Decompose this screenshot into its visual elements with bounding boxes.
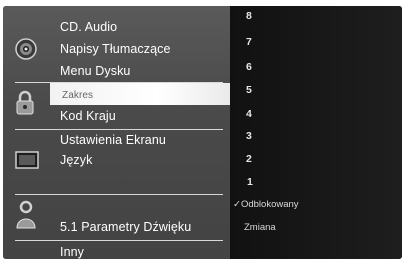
menu-category-panel: CD. Audio Napisy Tłumaczące Menu Dysku Z… (3, 6, 230, 259)
disc-icon (15, 38, 37, 65)
menu-item-label: Napisy Tłumaczące (60, 42, 171, 56)
rating-level-option[interactable]: 5 (246, 84, 252, 96)
menu-item-language[interactable]: Język (60, 153, 92, 167)
menu-item-screen-settings[interactable]: Ustawienia Ekranu (60, 133, 166, 147)
rating-level-option[interactable]: 3 (246, 130, 252, 142)
checkmark-icon: ✓ (233, 199, 241, 210)
rating-option-label: Odblokowany (240, 199, 299, 210)
menu-item-rating[interactable]: Zakres (62, 90, 93, 101)
rating-level-option[interactable]: 1 (247, 176, 253, 188)
speaker-person-icon (15, 200, 37, 235)
rating-option-unlocked[interactable]: ✓Odblokowany (233, 199, 299, 210)
rating-level-option[interactable]: 4 (246, 108, 252, 120)
rating-option-label: Zmiana (244, 222, 276, 233)
menu-item-cd-audio[interactable]: CD. Audio (60, 20, 117, 34)
rating-level-option[interactable]: 8 (246, 10, 252, 22)
menu-item-label: Menu Dysku (60, 64, 131, 78)
menu-item-label: Inny (60, 245, 85, 259)
separator (15, 194, 223, 195)
menu-item-label: CD. Audio (60, 20, 118, 34)
padlock-icon (15, 90, 35, 121)
rating-level-option[interactable]: 6 (246, 61, 252, 73)
menu-item-label: Język (60, 153, 93, 167)
setup-menu-window: CD. Audio Napisy Tłumaczące Menu Dysku Z… (3, 6, 402, 259)
rating-level-option[interactable]: 2 (246, 153, 252, 165)
menu-item-subtitles[interactable]: Napisy Tłumaczące (60, 42, 171, 56)
rating-option-change[interactable]: Zmiana (244, 222, 276, 233)
menu-item-label: 5.1 Parametry Dźwięku (60, 220, 192, 234)
menu-item-label: Kod Kraju (60, 109, 116, 123)
menu-item-disc-menu[interactable]: Menu Dysku (60, 64, 130, 78)
menu-item-label: Ustawienia Ekranu (60, 133, 166, 147)
menu-item-other[interactable]: Inny (60, 245, 84, 259)
separator (15, 129, 223, 130)
menu-item-country-code[interactable]: Kod Kraju (60, 109, 116, 123)
menu-item-5-1-audio[interactable]: 5.1 Parametry Dźwięku (60, 220, 191, 234)
menu-item-label: Zakres (62, 90, 94, 101)
rating-options-panel: 8 7 6 5 4 3 2 1 ✓Odblokowany Zmiana (230, 6, 402, 259)
screen-icon (15, 151, 39, 174)
rating-level-option[interactable]: 7 (246, 36, 252, 48)
separator (15, 240, 223, 241)
